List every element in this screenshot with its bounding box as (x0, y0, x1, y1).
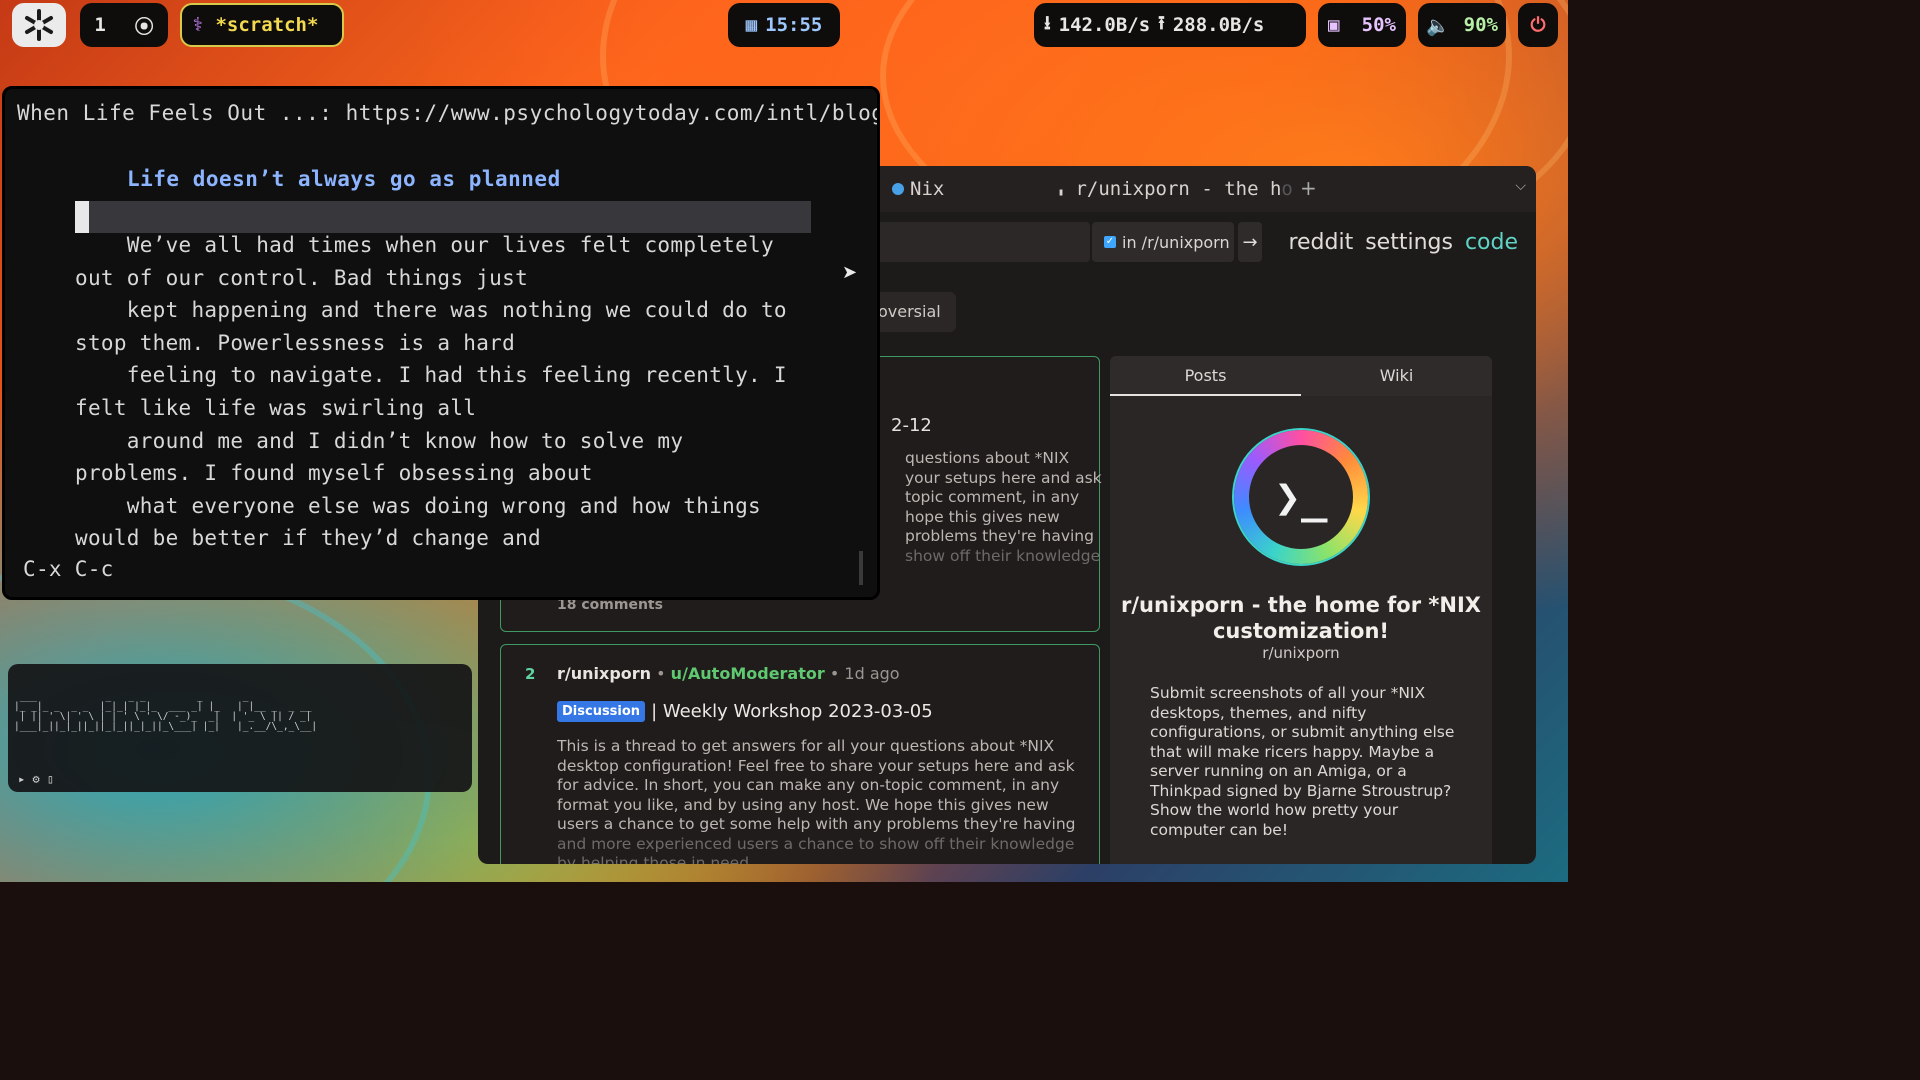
subreddit-description: Submit screenshots of all your *NIX desk… (1150, 684, 1455, 839)
post-card[interactable]: 2 r/unixporn • u/AutoModerator • 1d ago … (500, 644, 1100, 864)
clock-time: 15:55 (765, 14, 823, 36)
article-body: We’ve all had times when our lives felt … (75, 233, 787, 551)
subreddit-link[interactable]: r/unixporn (557, 664, 651, 683)
net-up-rate: 288.0B/s (1172, 14, 1265, 36)
settings-link[interactable]: settings (1365, 230, 1453, 255)
tab-nix-label: Nix (910, 178, 945, 200)
post-meta: r/unixporn • u/AutoModerator • 1d ago (557, 664, 900, 683)
terminal-window[interactable]: ___ _ _ _ _ _ |_ _|_ _ _ _ |_|_| |_|_ __… (8, 664, 472, 792)
code-link[interactable]: code (1465, 230, 1518, 255)
post-title[interactable]: 2-12 (891, 415, 932, 436)
cpu-icon: ▣ (1328, 14, 1340, 36)
ascii-art: ___ _ _ _ _ _ |_ _|_ _ _ _ |_|_| |_|_ __… (14, 691, 318, 732)
post-body-text: This is a thread to get answers for all … (557, 737, 1076, 833)
nixos-logo-button[interactable] (12, 3, 66, 47)
post-age: 1d ago (844, 664, 900, 683)
restrict-subreddit-checkbox[interactable]: ✓ in /r/unixporn (1092, 222, 1234, 262)
tab-wiki[interactable]: Wiki (1301, 356, 1492, 396)
tab-unixporn-fade: o (1281, 178, 1293, 200)
emacs-icon: ⚕ (192, 14, 204, 36)
post-rank: 2 (525, 665, 536, 683)
post-body-faint: and more experienced users a chance to s… (557, 834, 1075, 865)
header-links: reddit settings code (1288, 230, 1518, 255)
buffer-header: When Life Feels Out ...: https://www.psy… (17, 101, 880, 125)
tab-list-chevron-icon[interactable]: ⌵ (1515, 178, 1526, 194)
author-link[interactable]: u/AutoModerator (671, 664, 825, 683)
excerpt-line: show off their knowledge (905, 546, 1101, 565)
telegram-icon (892, 183, 904, 195)
scratch-label: *scratch* (215, 14, 319, 36)
subreddit-sidebar: Posts Wiki ❯_ r/unixporn - the home for … (1110, 356, 1492, 864)
excerpt-line: problems they're having (905, 527, 1094, 545)
clock-widget[interactable]: ▦ 15:55 (728, 3, 840, 47)
article-heading: Life doesn’t always go as planned (127, 167, 561, 191)
post-excerpt: questions about *NIX your setups here an… (905, 449, 1105, 566)
calendar-icon: ▦ (745, 14, 758, 36)
tab-posts[interactable]: Posts (1110, 356, 1301, 396)
search-input[interactable] (878, 222, 1090, 262)
scrollbar[interactable] (859, 551, 863, 585)
power-button[interactable]: ⏻ (1518, 3, 1558, 47)
cpu-usage: 50% (1361, 14, 1396, 36)
minibuffer[interactable]: C-x C-c (23, 557, 114, 581)
reddit-favicon-icon: ▮ (1058, 187, 1065, 198)
active-window-title[interactable]: ⚕ *scratch* (180, 3, 344, 47)
mouse-pointer-icon: ➤ (842, 262, 858, 283)
search-go-button[interactable]: → (1238, 222, 1262, 262)
excerpt-line: your setups here and ask (905, 468, 1102, 487)
check-icon: ✓ (1104, 236, 1116, 248)
workspace-number: 1 (94, 14, 106, 36)
volume-widget[interactable]: 🔈 90% (1418, 3, 1506, 47)
subreddit-icon: ❯_ (1234, 430, 1368, 564)
net-down-rate: 142.0B/s (1058, 14, 1151, 36)
reddit-link[interactable]: reddit (1288, 230, 1353, 255)
excerpt-line: questions about *NIX (905, 449, 1070, 467)
tab-nix[interactable]: Nix (892, 178, 944, 200)
sidebar-tabs: Posts Wiki (1110, 356, 1492, 396)
snowflake-icon (25, 9, 53, 41)
post-title-row: Discussion | Weekly Workshop 2023-03-05 (557, 701, 933, 722)
emacs-window[interactable]: When Life Feels Out ...: https://www.psy… (2, 86, 880, 600)
tab-unixporn-label: r/unixporn - the h (1075, 178, 1282, 200)
shell-prompt[interactable]: ▸ ⚙ ▯ (18, 773, 54, 785)
arrow-right-icon: → (1242, 231, 1258, 253)
flair-badge[interactable]: Discussion (557, 701, 646, 722)
speaker-icon: 🔈 (1426, 14, 1450, 37)
post-title[interactable]: | Weekly Workshop 2023-03-05 (651, 701, 933, 722)
sort-controversial-button[interactable]: oversial (876, 292, 956, 332)
volume-level: 90% (1463, 14, 1498, 36)
power-icon: ⏻ (1530, 14, 1546, 36)
excerpt-line: topic comment, in any (905, 488, 1080, 506)
subreddit-title: r/unixporn - the home for *NIX customiza… (1121, 593, 1481, 643)
download-icon: ⭳ (1044, 12, 1051, 34)
restrict-subreddit-label: in /r/unixporn (1122, 232, 1230, 252)
excerpt-line: hope this gives new (905, 507, 1060, 526)
tab-unixporn[interactable]: ▮ r/unixporn - the ho (1058, 178, 1293, 200)
new-tab-button[interactable]: + (1300, 176, 1317, 200)
network-widget[interactable]: ⭳ 142.0B/s ⭱ 288.0B/s (1034, 3, 1306, 47)
terminal-prompt-icon: ❯_ (1249, 445, 1353, 549)
subreddit-name: r/unixporn (1262, 644, 1340, 662)
upload-icon: ⭱ (1158, 12, 1165, 34)
cpu-widget[interactable]: ▣ 50% (1318, 3, 1406, 47)
workspace-indicator[interactable]: 1 ⦿ (80, 3, 168, 47)
post-body: This is a thread to get answers for all … (557, 737, 1083, 864)
workspace-dot-icon: ⦿ (134, 15, 154, 38)
